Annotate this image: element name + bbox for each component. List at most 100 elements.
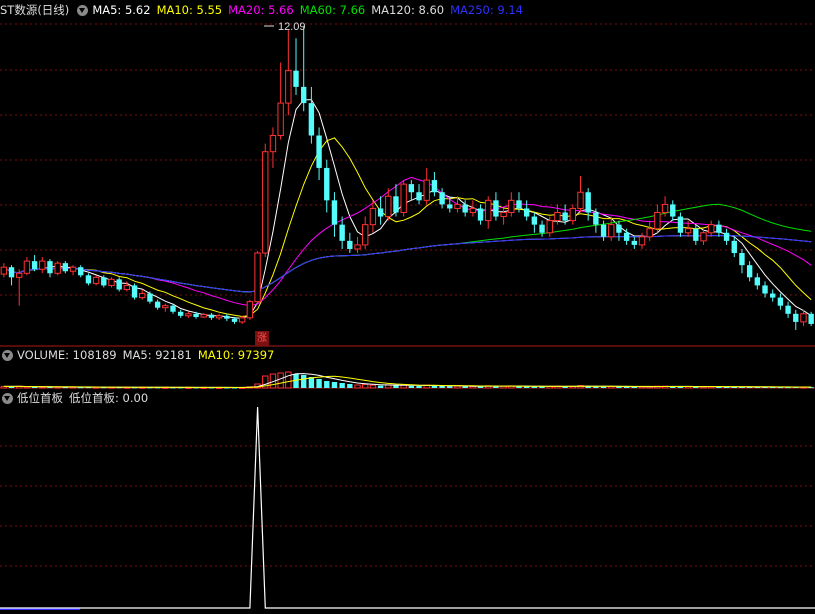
volume-bar (301, 375, 307, 388)
candle-body (416, 192, 422, 201)
candle-body (800, 313, 807, 323)
candle-body (92, 276, 100, 284)
candle-body (154, 301, 161, 308)
candle-body (69, 266, 77, 272)
candle-body (316, 135, 322, 168)
volume-bar (362, 383, 369, 389)
high-price-marker: 12.09 (264, 21, 306, 33)
candle-body (600, 224, 607, 237)
candle-body (277, 102, 284, 137)
candle-body (85, 275, 92, 284)
candle-body (716, 224, 722, 233)
candle-body (477, 208, 484, 221)
stock-title[interactable]: ST数源(日线) (0, 1, 69, 19)
candle-body (638, 236, 646, 246)
volume-bar (416, 386, 422, 388)
candle-body (62, 263, 69, 272)
candle-body (516, 200, 522, 209)
candle-body (554, 211, 561, 222)
volume-bar (393, 385, 399, 388)
candle-body (254, 252, 261, 303)
volume-series (0, 371, 814, 389)
candle-body (493, 200, 499, 217)
candle-body (408, 184, 415, 193)
chevron-down-icon[interactable] (2, 392, 13, 404)
candle-body (454, 203, 461, 209)
volume-ma5-line (3, 373, 812, 388)
candle-body (485, 199, 492, 222)
candle-body (262, 151, 269, 254)
candle-body (646, 228, 653, 238)
candle-body (693, 228, 699, 241)
candle-body (39, 260, 46, 270)
candle-body (224, 315, 230, 319)
candle-body (500, 211, 507, 218)
candle-body (8, 267, 15, 278)
candle-body (708, 224, 715, 234)
candle-body (661, 203, 669, 213)
candle-body (785, 305, 791, 314)
candlestick-series (0, 26, 814, 330)
volume-bar (600, 386, 607, 388)
candle-body (777, 297, 784, 306)
candle-body (677, 216, 684, 233)
candle-body (577, 191, 584, 209)
candle-body (562, 212, 568, 221)
candle-body (208, 314, 215, 318)
candle-body (400, 183, 407, 213)
candle-body (523, 208, 530, 217)
volume-header: VOLUME: 108189 MA5: 92181 MA10: 97397 (0, 346, 280, 364)
candle-body (170, 305, 176, 312)
ma60-line (3, 203, 812, 293)
candle-body (185, 313, 192, 317)
candle-body (301, 86, 307, 104)
candle-body (654, 211, 661, 230)
candle-body (324, 167, 330, 201)
candle-body (616, 224, 622, 233)
candle-body (439, 192, 445, 205)
candle-body (469, 207, 477, 213)
candle-body (339, 224, 345, 241)
candle-body (269, 135, 277, 153)
candle-body (108, 278, 115, 286)
volume-bar (377, 385, 384, 388)
candle-body (31, 261, 38, 270)
volume-bar (454, 385, 461, 389)
volume-bar (316, 379, 322, 388)
high-price-label: 12.09 (278, 21, 306, 33)
candle-body (631, 240, 638, 245)
candle-body (608, 224, 615, 238)
ma60-label: MA60: 7.66 (299, 3, 366, 17)
candle-body (331, 200, 338, 225)
candle-body (508, 199, 515, 213)
candle-body (754, 277, 761, 286)
candle-body (354, 244, 361, 250)
candle-body (47, 261, 53, 274)
candle-body (762, 285, 768, 294)
candle-body (670, 204, 676, 217)
volume-bar (347, 384, 353, 388)
candle-body (593, 212, 599, 225)
candle-body (393, 196, 399, 213)
volume-bar (408, 385, 415, 388)
chevron-down-icon[interactable] (77, 4, 89, 16)
candle-body (808, 313, 814, 324)
volume-bar (531, 386, 538, 388)
candle-body (347, 240, 353, 249)
volume-bar (439, 386, 445, 388)
candle-body (793, 313, 799, 322)
candle-body (54, 262, 61, 274)
candle-body (684, 228, 692, 234)
candle-body (123, 284, 131, 290)
ma20-label: MA20: 5.66 (228, 3, 294, 17)
candle-body (246, 301, 254, 319)
indicator-line (0, 406, 815, 609)
candle-body (293, 70, 299, 87)
chevron-down-icon[interactable] (2, 349, 13, 361)
ma120-label: MA120: 8.60 (371, 3, 445, 17)
candle-body (285, 70, 292, 104)
candle-body (723, 232, 730, 241)
chart-canvas: 12.09 (0, 21, 815, 610)
ma5-label: MA5: 5.62 (92, 3, 151, 17)
indicator-value: 低位首板: 0.00 (69, 391, 149, 405)
